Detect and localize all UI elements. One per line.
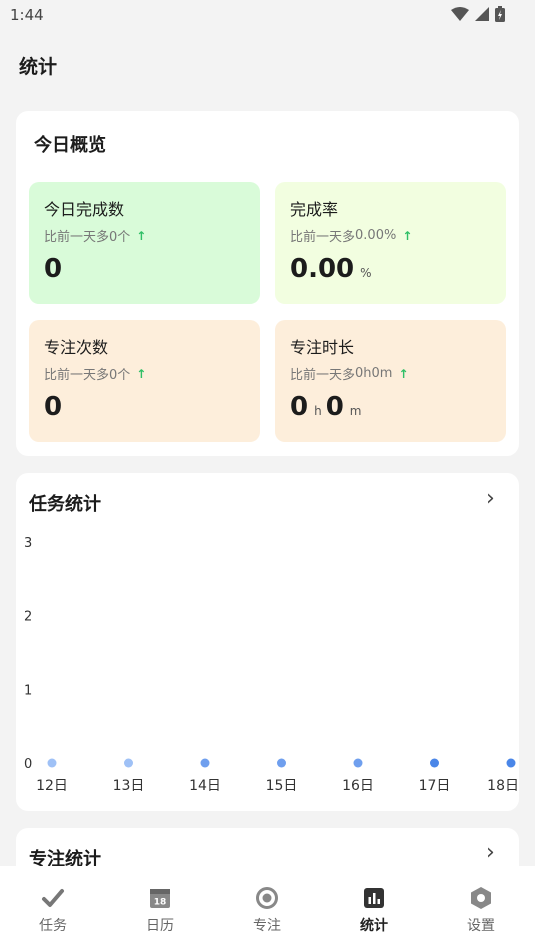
check-icon xyxy=(42,889,64,907)
x-tick-label: 16日 xyxy=(342,778,374,794)
status-icons xyxy=(451,6,505,22)
chevron-right-icon[interactable]: › xyxy=(486,840,495,865)
nav-label: 日历 xyxy=(146,918,174,934)
compare-value: 0.00% xyxy=(355,228,397,243)
up-arrow-icon: ↑ xyxy=(136,228,147,243)
compare-prefix: 比前一天多 xyxy=(290,230,356,245)
up-arrow-icon: ↑ xyxy=(136,366,147,381)
value-number: 0 xyxy=(44,392,63,422)
value-number: 0.00 xyxy=(290,254,355,284)
tile-label: 专注次数 xyxy=(44,338,109,357)
x-tick-label: 17日 xyxy=(419,778,451,794)
up-arrow-icon: ↑ xyxy=(402,228,413,243)
tile-value: 0h0m xyxy=(290,392,366,422)
wifi-icon xyxy=(451,7,469,21)
hexagon-settings-icon xyxy=(471,887,491,909)
nav-calendar[interactable]: 18 日历 xyxy=(120,866,200,951)
value-number: 0 xyxy=(44,254,63,284)
today-overview-title: 今日概览 xyxy=(34,135,106,156)
focus-stats-title: 专注统计 xyxy=(29,849,101,866)
value-unit: % xyxy=(360,266,372,280)
y-tick-label: 2 xyxy=(24,610,32,625)
data-point[interactable] xyxy=(200,758,210,768)
bottom-nav: 任务 18 日历 专注 统计 设置 xyxy=(0,866,535,951)
tile-value: 0.00% xyxy=(290,254,376,284)
calendar-icon: 18 xyxy=(150,889,170,908)
today-overview-card: 今日概览 今日完成数 比前一天多 0个 ↑ 0 完成率 比前一天多 0.00% ↑ 0.… xyxy=(16,111,519,456)
battery-icon xyxy=(495,6,505,22)
signal-icon xyxy=(475,7,489,21)
y-tick-label: 0 xyxy=(24,757,32,772)
x-tick-label: 18日 xyxy=(487,778,519,794)
y-tick-label: 3 xyxy=(24,536,32,551)
minutes-unit: m xyxy=(349,404,362,418)
today-completed-tile[interactable]: 今日完成数 比前一天多 0个 ↑ 0 xyxy=(29,182,260,304)
nav-settings[interactable]: 设置 xyxy=(441,866,521,951)
data-point[interactable] xyxy=(353,758,363,768)
x-tick-label: 12日 xyxy=(36,778,68,794)
x-tick-label: 15日 xyxy=(266,778,298,794)
data-point[interactable] xyxy=(47,758,57,768)
page-title: 统计 xyxy=(19,56,58,78)
up-arrow-icon: ↑ xyxy=(398,366,409,381)
x-tick-label: 13日 xyxy=(113,778,145,794)
focus-circle-icon xyxy=(256,887,278,909)
compare-value: 0h0m xyxy=(355,366,393,381)
compare-prefix: 比前一天多 xyxy=(44,368,110,383)
nav-label: 专注 xyxy=(253,918,281,934)
compare-prefix: 比前一天多 xyxy=(290,368,356,383)
nav-tasks[interactable]: 任务 xyxy=(13,866,93,951)
status-bar: 1:44 xyxy=(0,0,535,30)
tile-value: 0 xyxy=(44,254,62,284)
nav-focus[interactable]: 专注 xyxy=(227,866,307,951)
chevron-right-icon[interactable]: › xyxy=(486,486,495,511)
minutes-number: 0 xyxy=(325,392,344,422)
tile-value: 0 xyxy=(44,392,62,422)
x-tick-label: 14日 xyxy=(189,778,221,794)
nav-label: 设置 xyxy=(467,918,495,934)
compare-prefix: 比前一天多 xyxy=(44,230,110,245)
data-point[interactable] xyxy=(430,758,439,768)
nav-label: 任务 xyxy=(39,918,67,934)
data-point[interactable] xyxy=(506,758,516,768)
data-point[interactable] xyxy=(277,758,286,768)
compare-value: 0个 xyxy=(109,230,131,245)
nav-stats[interactable]: 统计 xyxy=(334,866,414,951)
calendar-day: 18 xyxy=(154,898,167,908)
tile-label: 专注时长 xyxy=(290,338,355,357)
tile-compare: 比前一天多 0个 ↑ xyxy=(44,226,147,246)
data-point[interactable] xyxy=(124,758,133,768)
focus-count-tile[interactable]: 专注次数 比前一天多 0个 ↑ 0 xyxy=(29,320,260,442)
tile-compare: 比前一天多 0h0m ↑ xyxy=(290,364,409,383)
compare-value: 0个 xyxy=(109,368,131,383)
chart-icon xyxy=(364,888,384,908)
task-stats-chart: 0 1 2 3 12日 13日 14日 15日 16日 17日 18日 xyxy=(24,536,519,794)
focus-duration-tile[interactable]: 专注时长 比前一天多 0h0m ↑ 0h0m xyxy=(275,320,506,442)
task-stats-card[interactable]: 任务统计 › 0 1 2 3 12日 13日 14日 15日 16日 17日 18日 xyxy=(16,473,519,811)
tile-label: 完成率 xyxy=(290,200,339,219)
hours-number: 0 xyxy=(290,392,309,422)
tile-label: 今日完成数 xyxy=(44,200,125,219)
nav-label: 统计 xyxy=(360,918,388,934)
y-tick-label: 1 xyxy=(24,683,32,698)
focus-stats-card[interactable]: 专注统计 › xyxy=(16,828,519,866)
task-stats-title: 任务统计 xyxy=(29,494,101,515)
completion-rate-tile[interactable]: 完成率 比前一天多 0.00% ↑ 0.00% xyxy=(275,182,506,304)
hours-unit: h xyxy=(314,404,322,418)
tile-compare: 比前一天多 0个 ↑ xyxy=(44,364,147,384)
tile-compare: 比前一天多 0.00% ↑ xyxy=(290,226,412,245)
status-time: 1:44 xyxy=(10,6,44,24)
